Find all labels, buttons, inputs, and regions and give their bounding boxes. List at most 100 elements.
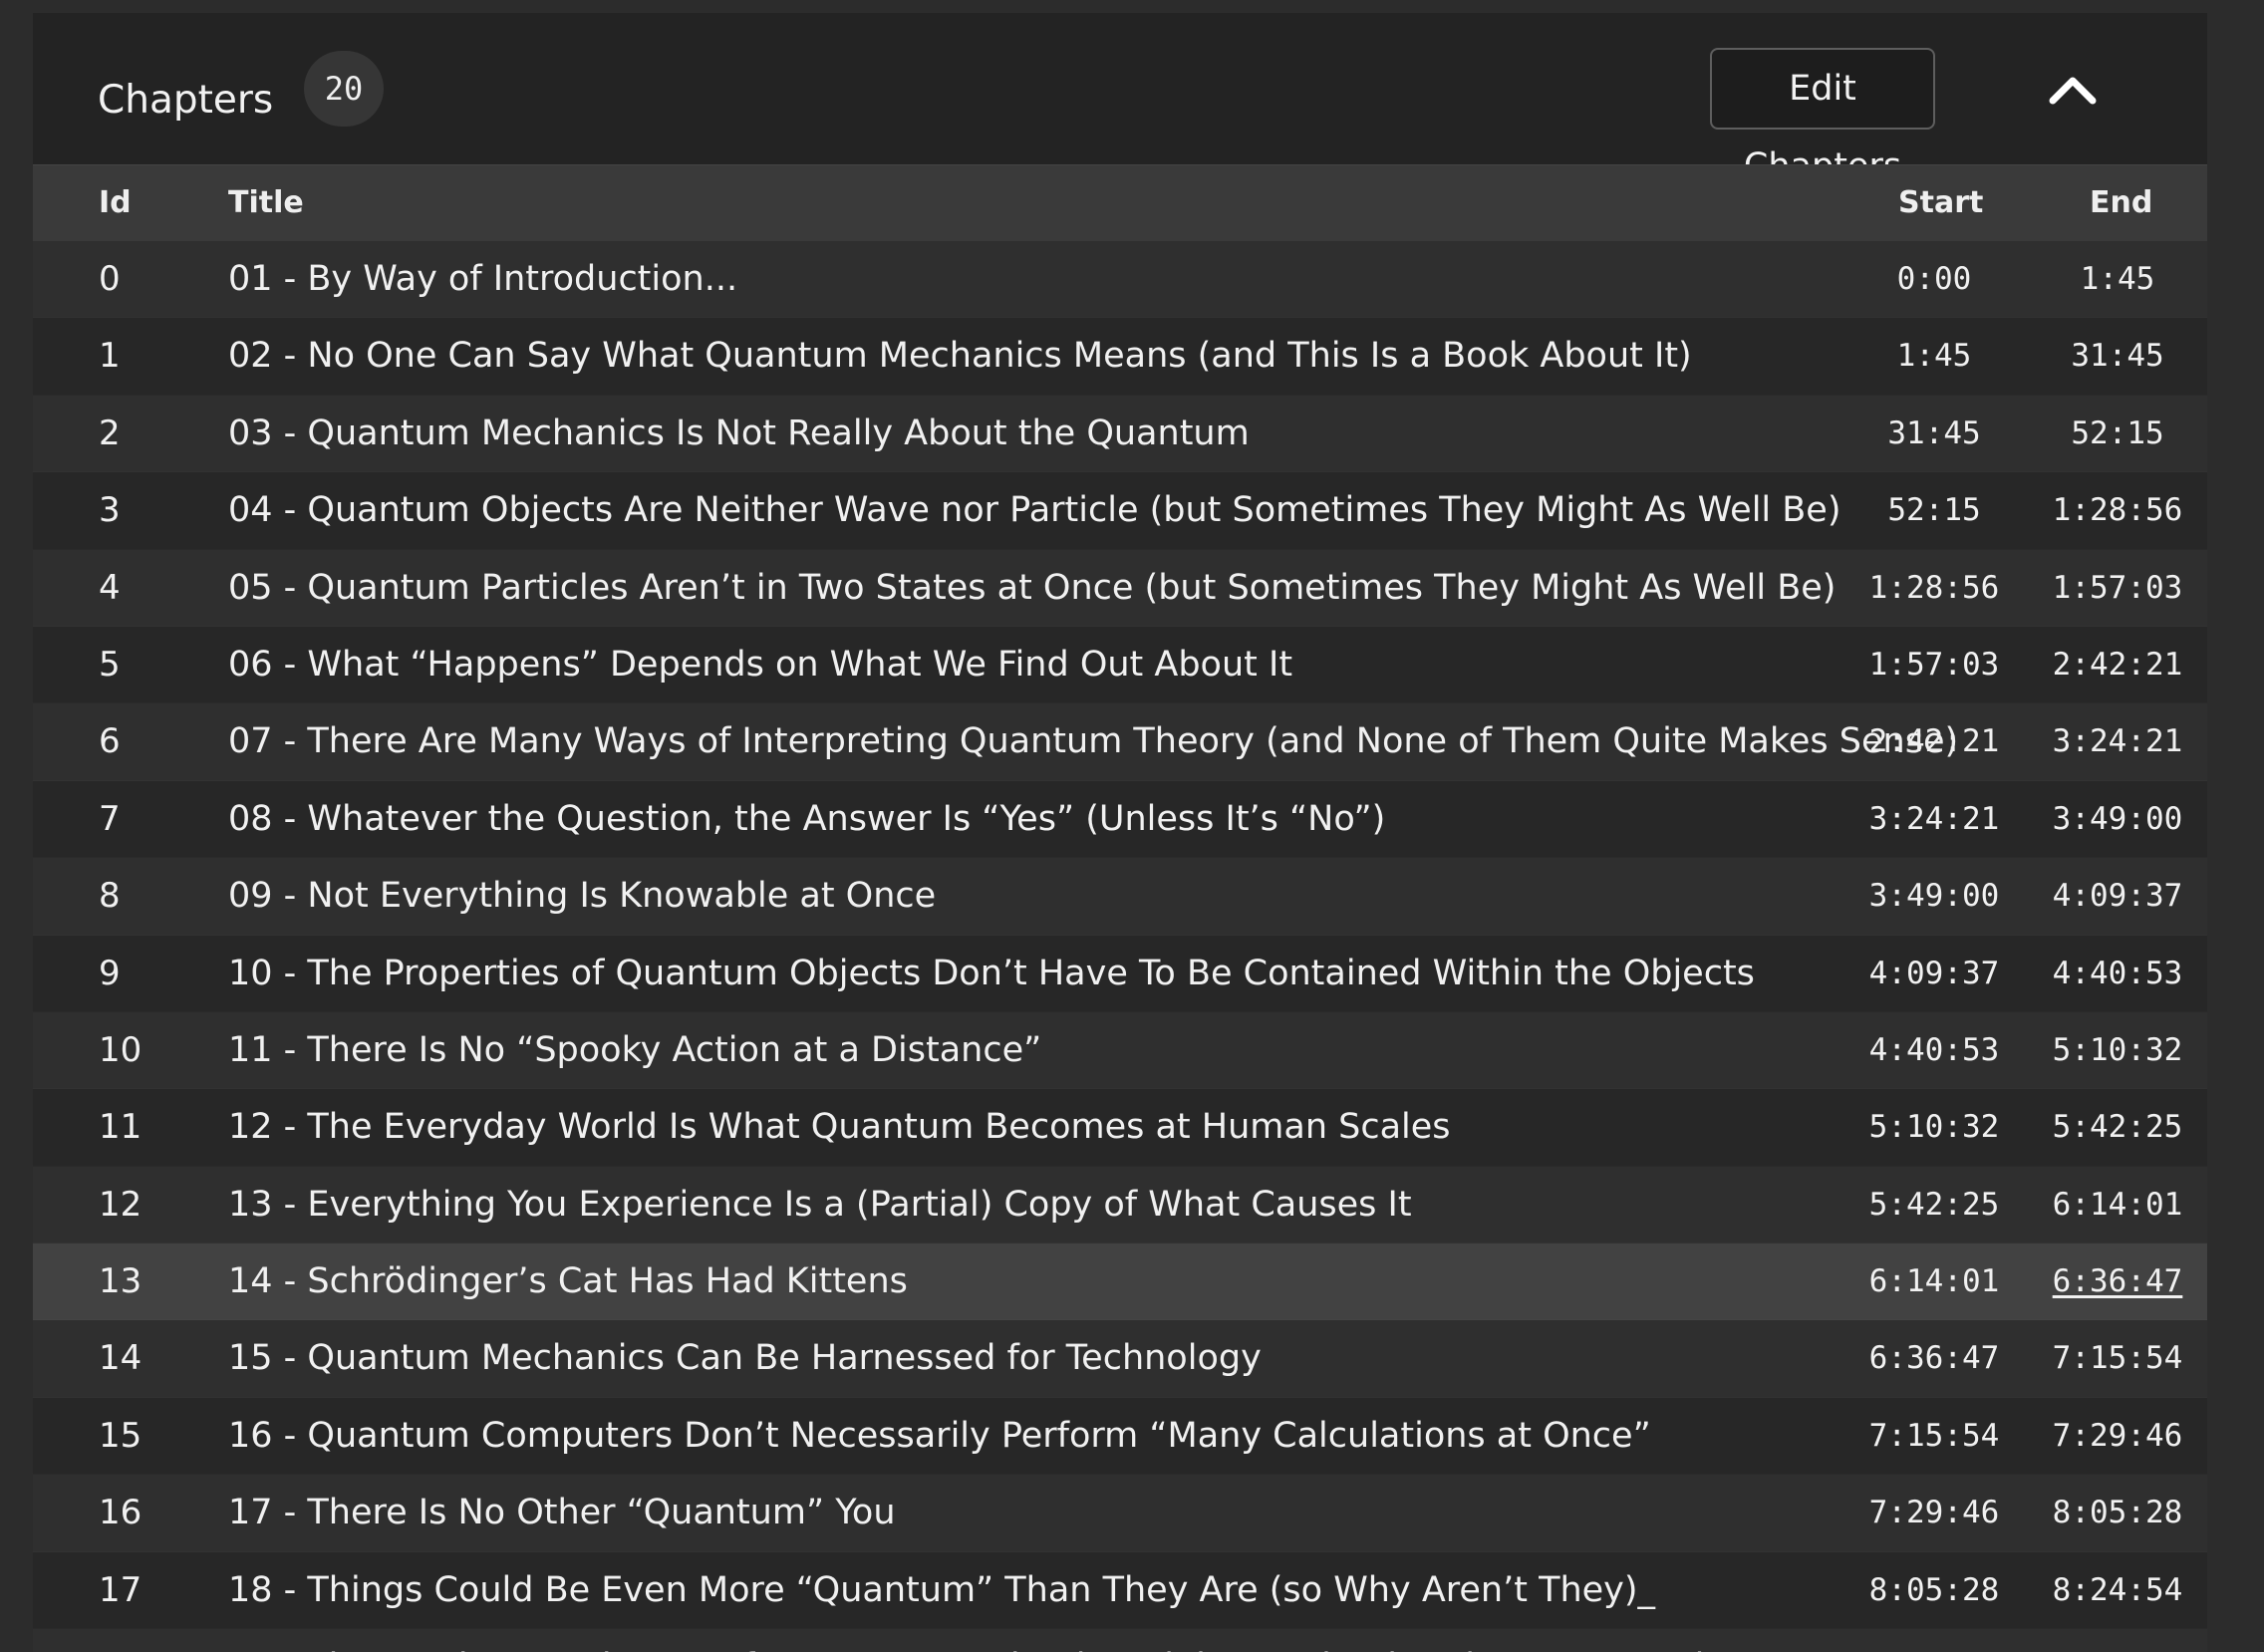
chapter-id: 4 [99, 567, 121, 608]
chapter-title[interactable]: 16 - Quantum Computers Don’t Necessarily… [228, 1398, 1651, 1474]
chapter-end-time[interactable]: 3:49:00 [2048, 781, 2187, 857]
chapter-start-time[interactable]: 5:10:32 [1864, 1089, 2004, 1165]
chapter-title[interactable]: 09 - Not Everything Is Knowable at Once [228, 858, 936, 934]
chapter-title[interactable]: 19 - The Fundamental Laws of Quantum Mec… [228, 1629, 1748, 1652]
chapter-end-time[interactable]: 4:09:37 [2048, 858, 2187, 934]
chapter-title[interactable]: 17 - There Is No Other “Quantum” You [228, 1475, 896, 1550]
chapter-id: 13 [99, 1261, 142, 1302]
chapter-row[interactable]: 15 16 - Quantum Computers Don’t Necessari… [33, 1397, 2207, 1476]
chapter-end-time[interactable]: 4:40:53 [2048, 936, 2187, 1011]
chapter-start-time[interactable]: 1:28:56 [1864, 550, 2004, 626]
chapter-start-time[interactable]: 8:05:28 [1864, 1552, 2004, 1628]
chapter-id: 7 [99, 798, 121, 839]
chapter-end-time[interactable]: 6:14:01 [2048, 1167, 2187, 1242]
chapter-id: 0 [99, 259, 121, 299]
chapter-end-time[interactable]: 7:29:46 [2048, 1398, 2187, 1474]
chapter-id: 9 [99, 953, 121, 993]
chapter-start-time[interactable]: 3:24:21 [1864, 781, 2004, 857]
chapter-row[interactable]: 9 10 - The Properties of Quantum Objects … [33, 935, 2207, 1012]
chapter-start-time[interactable]: 0:00 [1864, 241, 2004, 317]
chapter-id: 17 [99, 1569, 142, 1610]
chapter-start-time[interactable]: 3:49:00 [1864, 858, 2004, 934]
column-header-id: Id [99, 185, 132, 220]
chapter-end-time[interactable]: 1:45 [2048, 241, 2187, 317]
chapter-row[interactable]: 18 19 - The Fundamental Laws of Quantum M… [33, 1629, 2207, 1652]
chapter-row[interactable]: 6 07 - There Are Many Ways of Interpretin… [33, 703, 2207, 781]
chapter-id: 15 [99, 1415, 142, 1456]
chapter-title[interactable]: 10 - The Properties of Quantum Objects D… [228, 936, 1755, 1011]
chapter-title[interactable]: 03 - Quantum Mechanics Is Not Really Abo… [228, 396, 1250, 471]
chapter-id: 5 [99, 644, 121, 685]
column-header-title: Title [228, 185, 304, 220]
chapter-title[interactable]: 15 - Quantum Mechanics Can Be Harnessed … [228, 1320, 1262, 1396]
chapter-row[interactable]: 7 08 - Whatever the Question, the Answer … [33, 780, 2207, 859]
chapters-title: Chapters [98, 78, 274, 123]
chapter-row[interactable]: 14 15 - Quantum Mechanics Can Be Harnesse… [33, 1320, 2207, 1398]
chapter-start-time[interactable]: 4:09:37 [1864, 936, 2004, 1011]
chapter-id: 14 [99, 1338, 142, 1379]
chapter-start-time[interactable]: 7:29:46 [1864, 1475, 2004, 1550]
chapters-header: Chapters 20 Edit Chapters [33, 13, 2207, 186]
chapter-row[interactable]: 13 14 - Schrödinger’s Cat Has Had Kittens… [33, 1243, 2207, 1321]
chapter-title[interactable]: 12 - The Everyday World Is What Quantum … [228, 1089, 1451, 1165]
chapter-row[interactable]: 4 05 - Quantum Particles Aren’t in Two St… [33, 549, 2207, 627]
chapter-start-time[interactable]: 5:42:25 [1864, 1167, 2004, 1242]
chapter-end-time[interactable]: 8:24:54 [2048, 1552, 2187, 1628]
chapter-start-time[interactable]: 6:36:47 [1864, 1320, 2004, 1396]
chapter-end-time[interactable]: 52:15 [2048, 396, 2187, 471]
chapter-title[interactable]: 14 - Schrödinger’s Cat Has Had Kittens [228, 1243, 908, 1319]
chapter-end-time[interactable]: 2:42:21 [2048, 627, 2187, 702]
chapter-end-time[interactable]: 5:42:25 [2048, 1089, 2187, 1165]
edit-chapters-button[interactable]: Edit Chapters [1710, 48, 1935, 186]
chapter-row[interactable]: 16 17 - There Is No Other “Quantum” You 7:… [33, 1475, 2207, 1552]
chapter-end-time[interactable]: 3:24:21 [2048, 703, 2187, 779]
chapter-end-time[interactable]: 6:36:47 [2048, 1243, 2187, 1319]
chapter-row[interactable]: 1 02 - No One Can Say What Quantum Mechan… [33, 318, 2207, 396]
chapter-id: 12 [99, 1184, 142, 1225]
chapter-end-time[interactable]: 31:45 [2048, 318, 2187, 394]
chapter-title[interactable]: 11 - There Is No “Spooky Action at a Dis… [228, 1012, 1041, 1088]
chapter-end-time[interactable]: 7:15:54 [2048, 1320, 2187, 1396]
collapse-chapters-button[interactable] [2043, 65, 2103, 125]
chapter-row[interactable]: 12 13 - Everything You Experience Is a (P… [33, 1166, 2207, 1244]
column-header-start[interactable]: Start [1898, 165, 1983, 241]
chapter-end-time[interactable]: 8:05:28 [2048, 1475, 2187, 1550]
chapter-start-time[interactable]: 4:40:53 [1864, 1012, 2004, 1088]
chapter-title[interactable]: 05 - Quantum Particles Aren’t in Two Sta… [228, 550, 1836, 626]
chapter-start-time[interactable]: 7:15:54 [1864, 1398, 2004, 1474]
chapter-start-time[interactable]: 2:42:21 [1864, 703, 2004, 779]
chapter-row[interactable]: 17 18 - Things Could Be Even More “Quantu… [33, 1551, 2207, 1630]
chapter-title[interactable]: 07 - There Are Many Ways of Interpreting… [228, 703, 1958, 779]
chapter-title[interactable]: 08 - Whatever the Question, the Answer I… [228, 781, 1385, 857]
chapter-row[interactable]: 5 06 - What “Happens” Depends on What We … [33, 626, 2207, 704]
chapters-table-body: 0 01 - By Way of Introduction... 0:00 1:45 1… [33, 241, 2207, 1652]
chapter-start-time[interactable]: 8:24:54 [1864, 1629, 2004, 1652]
chapter-row[interactable]: 2 03 - Quantum Mechanics Is Not Really Ab… [33, 395, 2207, 473]
chapter-row[interactable]: 11 12 - The Everyday World Is What Quantu… [33, 1089, 2207, 1167]
chapter-title[interactable]: 13 - Everything You Experience Is a (Par… [228, 1167, 1412, 1242]
chapter-id: 2 [99, 413, 121, 453]
chapter-title[interactable]: 02 - No One Can Say What Quantum Mechani… [228, 318, 1692, 394]
chapter-row[interactable]: 0 01 - By Way of Introduction... 0:00 1:45 [33, 241, 2207, 319]
chapter-start-time[interactable]: 52:15 [1864, 472, 2004, 548]
chapter-row[interactable]: 10 11 - There Is No “Spooky Action at a D… [33, 1011, 2207, 1090]
chapter-id: 8 [99, 876, 121, 917]
chapter-row[interactable]: 3 04 - Quantum Objects Are Neither Wave n… [33, 472, 2207, 550]
chapter-start-time[interactable]: 31:45 [1864, 396, 2004, 471]
chapter-title[interactable]: 18 - Things Could Be Even More “Quantum”… [228, 1552, 1655, 1628]
chapter-title[interactable]: 01 - By Way of Introduction... [228, 241, 737, 317]
chapter-end-time[interactable]: 1:28:56 [2048, 472, 2187, 548]
chapter-end-time[interactable]: 1:57:03 [2048, 550, 2187, 626]
chapter-end-time[interactable]: 5:10:32 [2048, 1012, 2187, 1088]
chapter-title[interactable]: 06 - What “Happens” Depends on What We F… [228, 627, 1292, 702]
chapter-start-time[interactable]: 1:57:03 [1864, 627, 2004, 702]
chapter-id: 10 [99, 1029, 142, 1070]
chapter-start-time[interactable]: 6:14:01 [1864, 1243, 2004, 1319]
chapter-title[interactable]: 04 - Quantum Objects Are Neither Wave no… [228, 472, 1840, 548]
chapter-end-time[interactable]: 8:53:11 [2048, 1629, 2187, 1652]
chapter-start-time[interactable]: 1:45 [1864, 318, 2004, 394]
column-header-end[interactable]: End [2090, 165, 2152, 241]
chapters-panel: Chapters 20 Edit Chapters Id Title Start… [33, 13, 2207, 1652]
chapter-id: 18 [99, 1629, 142, 1652]
chapter-row[interactable]: 8 09 - Not Everything Is Knowable at Once… [33, 858, 2207, 936]
